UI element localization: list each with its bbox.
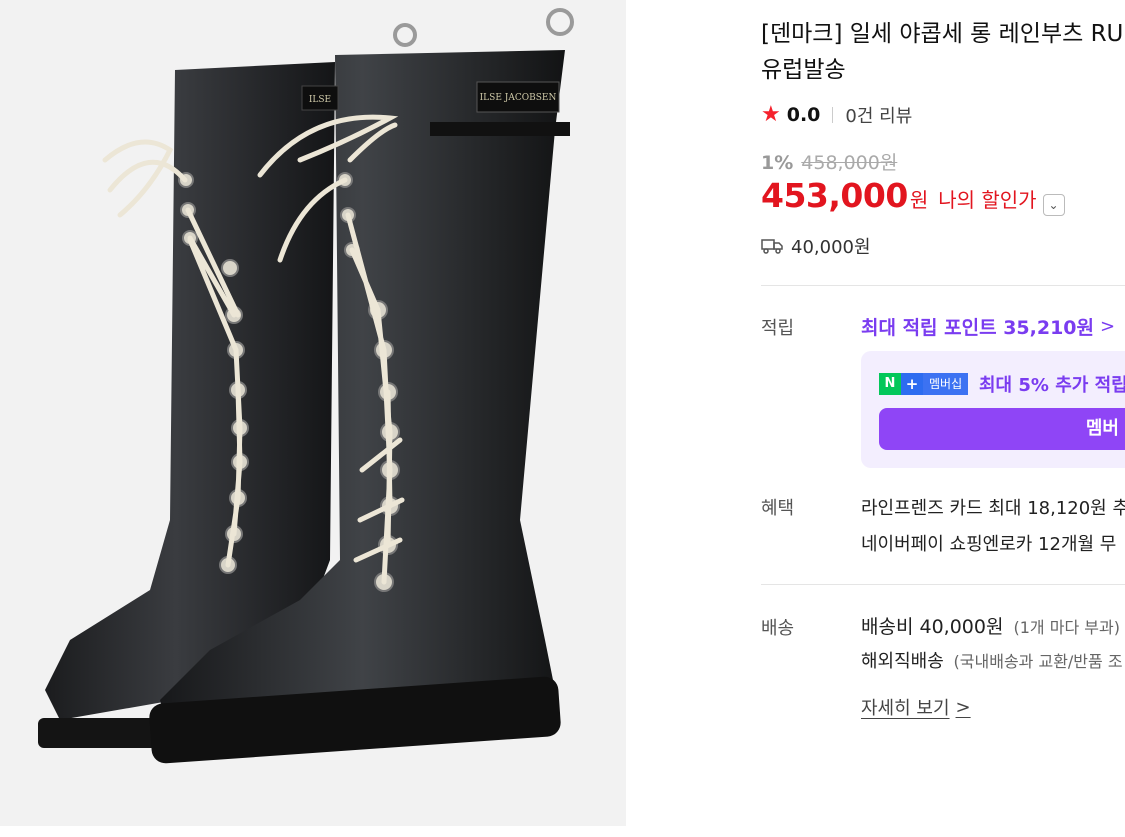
original-price-row: 1% 458,000원 (761, 148, 897, 175)
review-count-link[interactable]: 0건 리뷰 (845, 102, 912, 128)
membership-promo-box: N + 멤버십 최대 5% 추가 적립 멤버 (861, 351, 1125, 468)
my-price-label[interactable]: 나의 할인가 (938, 184, 1036, 213)
shipping-summary: 40,000원 (761, 233, 871, 259)
discount-percent: 1% (761, 152, 794, 174)
sale-price-row: 453,000 원 나의 할인가 ⌄ (761, 176, 1065, 216)
delivery-fee-note: (1개 마다 부과) (1013, 618, 1120, 637)
brand-label-front: ILSE JACOBSEN (480, 93, 557, 103)
star-icon: ★ (761, 102, 781, 127)
benefit-line-pay[interactable]: 네이버페이 쇼핑엔로카 12개월 무 (861, 530, 1116, 556)
currency-unit: 원 (909, 188, 929, 212)
points-label: 적립 (761, 318, 795, 339)
divider (832, 107, 834, 123)
overseas-shipping-row: 해외직배송 (국내배송과 교환/반품 조 (861, 647, 1123, 673)
rating-score: 0.0 (786, 104, 821, 126)
delivery-fee: 배송비 40,000원 (861, 616, 1004, 638)
benefits-label: 혜택 (761, 498, 795, 519)
product-title: [덴마크] 일세 야콥세 롱 레인부츠 RUB 유럽발송 (761, 16, 1125, 88)
divider (761, 285, 1125, 286)
rating-summary[interactable]: ★ 0.0 0건 리뷰 (761, 102, 912, 128)
shipping-fee-short: 40,000원 (791, 237, 871, 258)
chevron-right-icon: > (955, 696, 971, 718)
chevron-down-icon[interactable]: ⌄ (1042, 194, 1065, 216)
plus-icon: + (901, 373, 923, 395)
sale-price: 453,000 (761, 176, 908, 215)
product-info-panel: [덴마크] 일세 야콥세 롱 레인부츠 RUB 유럽발송 ★ 0.0 0건 리뷰… (626, 0, 1125, 837)
membership-extra-points: 최대 5% 추가 적립 (979, 375, 1125, 396)
membership-join-button[interactable]: 멤버 (879, 408, 1125, 450)
product-image-gallery[interactable]: ILSE JACOBSEN ILSE (0, 0, 626, 826)
benefit-line-card[interactable]: 라인프렌즈 카드 최대 18,120원 추 (861, 494, 1125, 520)
naver-plus-membership-badge: N + 멤버십 (879, 373, 969, 395)
details-link-text: 자세히 보기 (861, 698, 950, 719)
delivery-label: 배송 (761, 618, 795, 639)
chevron-right-icon: > (1100, 316, 1116, 337)
brand-label-back: ILSE (309, 95, 331, 105)
max-points-link[interactable]: 최대 적립 포인트 35,210원 > (861, 313, 1115, 340)
product-title-line2: 유럽발송 (761, 57, 846, 83)
product-title-line1: [덴마크] 일세 야콥세 롱 레인부츠 RUB (761, 21, 1125, 47)
divider (761, 584, 1125, 585)
max-points-text: 최대 적립 포인트 35,210원 (861, 317, 1095, 339)
membership-badge-label: 멤버십 (923, 373, 969, 395)
product-image: ILSE JACOBSEN ILSE (38, 8, 574, 764)
delivery-details-link[interactable]: 자세히 보기 > (861, 694, 971, 720)
truck-icon (761, 239, 783, 254)
delivery-fee-row: 배송비 40,000원 (1개 마다 부과) (861, 612, 1120, 639)
overseas-shipping-note: (국내배송과 교환/반품 조 (953, 652, 1123, 671)
naver-n-icon: N (879, 373, 901, 395)
overseas-shipping: 해외직배송 (861, 651, 944, 672)
original-price: 458,000원 (801, 152, 898, 174)
